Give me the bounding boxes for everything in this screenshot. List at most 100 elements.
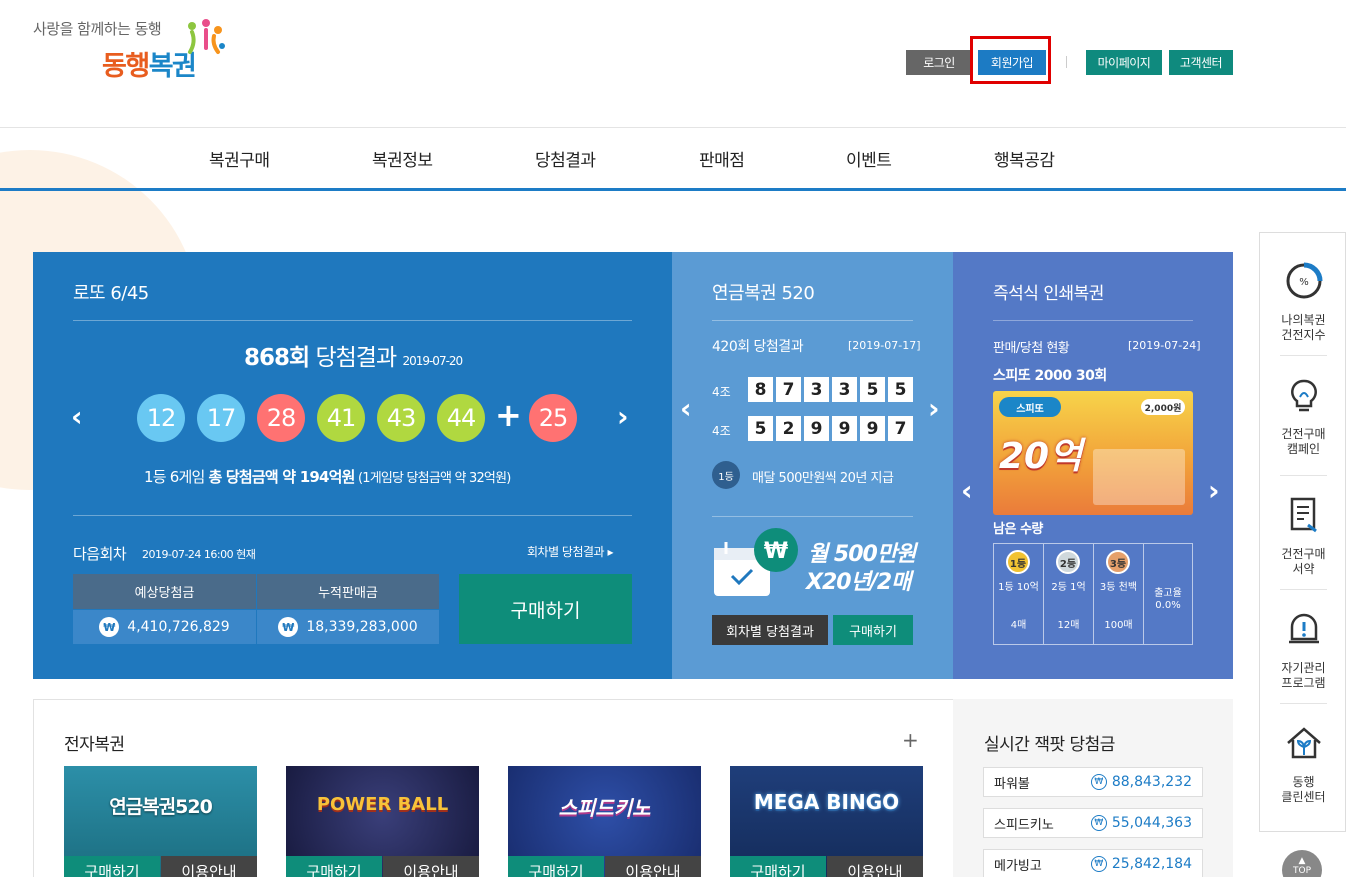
electronic-title: 전자복권 <box>64 735 125 755</box>
quick-healthy-pledge[interactable]: 건전구매 서약 <box>1260 495 1346 577</box>
round-history-link-label: 회차별 당첨결과 <box>527 545 605 559</box>
ratio-value: 0.0% <box>1155 600 1181 611</box>
nav-item-happiness[interactable]: 행복공감 <box>994 146 1055 171</box>
pension-history-button[interactable]: 회차별 당첨결과 <box>712 615 828 645</box>
login-button[interactable]: 로그인 <box>906 50 972 75</box>
jackpot-row-megabingo[interactable]: 메가빙고 ₩25,842,184 <box>983 849 1203 877</box>
instant-product-name: 스피또 2000 30회 <box>993 368 1107 384</box>
pension-buy-button[interactable]: 구매하기 <box>833 615 913 645</box>
quick-separator <box>1280 703 1327 704</box>
game-buy-button[interactable]: 구매하기 <box>286 856 382 877</box>
nav-item-buy[interactable]: 복권구매 <box>209 146 270 171</box>
pension-divider-2 <box>712 516 913 517</box>
mypage-button[interactable]: 마이페이지 <box>1086 50 1162 75</box>
tier-column-2: 2등 2등 1억 12매 <box>1044 544 1094 644</box>
won-icon: ₩ <box>1090 856 1107 872</box>
round-history-link[interactable]: 회차별 당첨결과 ▸ <box>527 543 613 560</box>
document-pen-icon <box>1290 497 1317 533</box>
quick-label-line2: 프로그램 <box>1281 676 1326 690</box>
game-buy-button[interactable]: 구매하기 <box>730 856 826 877</box>
lotto-summary-bold: 총 당첨금액 약 194억원 <box>208 468 355 486</box>
lotto-ball-2: 17 <box>197 394 245 442</box>
instant-title: 즉석식 인쇄복권 <box>993 284 1104 304</box>
quick-label-line1: 나의복권 <box>1281 313 1326 327</box>
pension-digit: 5 <box>748 416 773 441</box>
lotto-round-heading: 868회 당첨결과 2019-07-20 <box>244 338 463 372</box>
instant-next-arrow[interactable]: › <box>1208 474 1220 507</box>
jackpot-row-speedkeno[interactable]: 스피드키노 ₩55,044,363 <box>983 808 1203 838</box>
pension-round-label: 420회 당첨결과 <box>712 339 804 355</box>
lotto-ball-3: 28 <box>257 394 305 442</box>
quick-my-lottery-index[interactable]: % 나의복권 건전지수 <box>1260 261 1346 343</box>
won-icon: ₩ <box>278 617 299 637</box>
pension-digit: 7 <box>888 416 913 441</box>
game-buy-button[interactable]: 구매하기 <box>64 856 160 877</box>
game-buy-button[interactable]: 구매하기 <box>508 856 604 877</box>
ticket-price: 2,000원 <box>1141 399 1185 415</box>
quick-separator <box>1280 355 1327 356</box>
pension-digit: 3 <box>832 377 857 402</box>
nav-item-info[interactable]: 복권정보 <box>372 146 433 171</box>
lotto-date: 2019-07-20 <box>402 354 463 368</box>
game-info-button[interactable]: 이용안내 <box>383 856 479 877</box>
pension-next-arrow[interactable]: › <box>928 392 940 425</box>
tier-label: 1등 10억 <box>998 582 1039 593</box>
pension-prev-arrow[interactable]: ‹ <box>680 392 692 425</box>
chevron-right-icon: ▸ <box>607 545 613 559</box>
game-info-button[interactable]: 이용안내 <box>161 856 257 877</box>
pension-digit: 7 <box>776 377 801 402</box>
nav-item-results[interactable]: 당첨결과 <box>535 146 596 171</box>
quick-clean-center[interactable]: 동행 클린센터 <box>1260 723 1346 805</box>
ticket-brand: 스피또 <box>999 397 1061 417</box>
remaining-label: 남은 수량 <box>993 522 1043 537</box>
game-info-button[interactable]: 이용안내 <box>827 856 923 877</box>
lotto-prev-arrow[interactable]: ‹ <box>71 400 83 433</box>
header-separator <box>1066 56 1067 68</box>
chevron-up-icon: ▲ <box>1298 856 1306 866</box>
quick-label-line1: 건전구매 <box>1281 547 1326 561</box>
game-card-megabingo[interactable]: MEGA BINGO 구매하기 이용안내 <box>730 766 923 877</box>
lotto-ball-6: 44 <box>437 394 485 442</box>
pension-digit: 5 <box>888 377 913 402</box>
scroll-top-button[interactable]: ▲ TOP <box>1282 850 1322 877</box>
game-card-pension[interactable]: 연금복권520 구매하기 이용안내 <box>64 766 257 877</box>
game-name: 연금복권520 <box>109 796 213 818</box>
game-name: 스피드키노 <box>558 796 651 820</box>
pension-digit: 2 <box>776 416 801 441</box>
support-button[interactable]: 고객센터 <box>1169 50 1233 75</box>
nav-item-events[interactable]: 이벤트 <box>846 146 892 171</box>
nav-top-border <box>0 127 1346 128</box>
expected-prize-value: ₩4,410,726,829 <box>73 610 256 644</box>
game-info-button[interactable]: 이용안내 <box>605 856 701 877</box>
pension-date: [2019-07-17] <box>848 339 921 352</box>
jackpot-name: 스피드키노 <box>994 817 1054 833</box>
next-round-label: 다음회차 <box>73 545 127 563</box>
quick-separator <box>1280 589 1327 590</box>
electronic-more-button[interactable]: + <box>902 728 919 752</box>
jackpot-row-powerball[interactable]: 파워볼 ₩88,843,232 <box>983 767 1203 797</box>
lotto-next-arrow[interactable]: › <box>617 400 629 433</box>
game-card-speedkeno[interactable]: 스피드키노 구매하기 이용안내 <box>508 766 701 877</box>
jackpot-amount: 55,044,363 <box>1111 815 1192 831</box>
nav-bottom-border <box>0 188 1346 191</box>
next-round-time: 2019-07-24 16:00 현재 <box>142 548 256 561</box>
lotto-buy-button[interactable]: 구매하기 <box>459 574 632 644</box>
lightbulb-icon <box>1290 379 1317 412</box>
expected-prize-header: 예상당첨금 <box>73 574 256 609</box>
pension-digit: 3 <box>804 377 829 402</box>
instant-prev-arrow[interactable]: ‹ <box>961 474 973 507</box>
lotto-divider-2 <box>73 515 632 516</box>
tier-column-3: 3등 3등 천백 100매 <box>1094 544 1144 644</box>
jackpot-amount: 88,843,232 <box>1111 774 1192 790</box>
svg-text:₩: ₩ <box>764 539 788 564</box>
brand-logo[interactable]: 동행복권 <box>102 44 197 83</box>
medal-2nd-icon: 2등 <box>1056 550 1080 574</box>
remaining-table: 1등 1등 10억 4매 2등 2등 1억 12매 3등 3등 천백 100매 … <box>993 543 1193 645</box>
won-icon: ₩ <box>99 617 120 637</box>
quick-healthy-campaign[interactable]: 건전구매 캠페인 <box>1260 375 1346 457</box>
house-sprout-icon <box>1286 727 1321 759</box>
pension-row2-group: 4조 <box>712 424 731 438</box>
quick-self-management[interactable]: 자기관리 프로그램 <box>1260 609 1346 691</box>
nav-item-stores[interactable]: 판매점 <box>699 146 745 171</box>
game-card-powerball[interactable]: POWER BALL 구매하기 이용안내 <box>286 766 479 877</box>
